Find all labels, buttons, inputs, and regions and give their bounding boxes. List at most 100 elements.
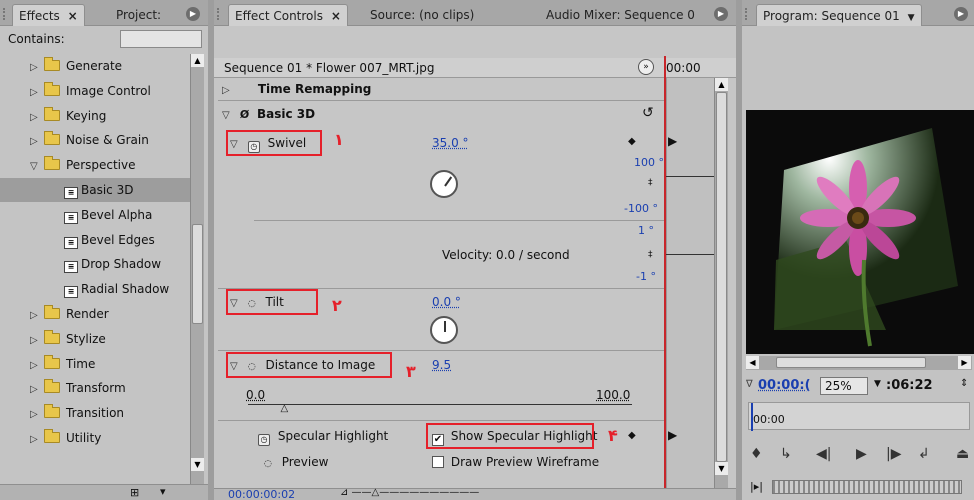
close-icon[interactable]: × (68, 9, 78, 23)
scroll-down-icon[interactable]: ▼ (715, 462, 728, 475)
clip-header: Sequence 01 * Flower 007_MRT.jpg » 00:00 (214, 58, 736, 78)
zoom-select[interactable]: 25% (820, 377, 868, 395)
collapsed-triangle-icon[interactable]: ▷ (30, 329, 44, 353)
collapse-icon[interactable]: ▷ (222, 85, 236, 96)
current-time-indicator[interactable] (664, 56, 666, 490)
preview-checkbox-row[interactable]: Draw Preview Wireframe (432, 455, 599, 469)
effect-folder[interactable]: ▷ Image Control (0, 79, 190, 103)
tab-source[interactable]: Source: (no clips) (364, 4, 480, 26)
effect-folder[interactable]: ▷ Generate (0, 54, 190, 78)
distance-slider-thumb[interactable]: △ (280, 403, 288, 414)
program-ruler[interactable]: 00:00 (748, 402, 970, 431)
collapsed-triangle-icon[interactable]: ▷ (30, 428, 44, 452)
close-icon[interactable]: × (331, 9, 341, 23)
zoom-slider-icon[interactable]: ⊿ ——△—————————— (340, 487, 479, 498)
effect-item[interactable]: ≡ Bevel Alpha (0, 203, 190, 227)
delete-icon[interactable]: ▾ (160, 485, 166, 498)
bottom-timecode[interactable]: 00:00:00:02 (228, 488, 295, 500)
scroll-down-icon[interactable]: ▼ (191, 458, 204, 471)
stopwatch-icon[interactable]: ◌ (264, 459, 272, 469)
effect-item[interactable]: ≡ Bevel Edges (0, 228, 190, 252)
collapsed-triangle-icon[interactable]: ▷ (30, 378, 44, 402)
step-back-icon[interactable]: ◀| (816, 446, 831, 462)
keyframe-icon[interactable]: ◆ (628, 430, 636, 441)
tab-effect-controls[interactable]: Effect Controls × (228, 4, 348, 26)
set-in-icon[interactable]: ♦ (750, 446, 763, 462)
program-hscroll[interactable]: ◀ ▶ (746, 356, 972, 370)
distance-slider-track[interactable] (248, 404, 632, 405)
collapsed-triangle-icon[interactable]: ▷ (30, 56, 44, 80)
panel-grip-icon[interactable] (3, 8, 9, 20)
keyframe-icon[interactable]: ◆ (628, 136, 636, 147)
scroll-up-icon[interactable]: ▲ (715, 78, 728, 91)
collapsed-triangle-icon[interactable]: ▷ (30, 81, 44, 105)
tab-project[interactable]: Project: (110, 4, 167, 26)
swivel-dial[interactable] (430, 170, 458, 198)
panel-grip-icon[interactable] (745, 8, 751, 20)
effect-folder[interactable]: ▷ Stylize (0, 327, 190, 351)
scroll-left-icon[interactable]: ◀ (746, 356, 759, 369)
panel-grip-icon[interactable] (217, 8, 223, 20)
collapsed-triangle-icon[interactable]: ▷ (30, 304, 44, 328)
effect-item[interactable]: ≡ Basic 3D (0, 178, 190, 202)
go-to-in-icon[interactable]: ↳ (780, 446, 792, 462)
effect-folder[interactable]: ▷ Noise & Grain (0, 128, 190, 152)
effect-folder[interactable]: ▷ Transform (0, 376, 190, 400)
search-input[interactable] (120, 30, 202, 48)
fit-icon[interactable]: ⇕ (960, 378, 968, 389)
panel-menu-icon[interactable]: ▶ (954, 7, 968, 21)
collapsed-triangle-icon[interactable]: ▷ (30, 130, 44, 154)
scroll-up-icon[interactable]: ▲ (191, 54, 204, 67)
new-bin-icon[interactable]: ⊞ (130, 486, 139, 499)
hscroll-thumb[interactable] (776, 357, 926, 368)
tab-audio-mixer[interactable]: Audio Mixer: Sequence 0 (540, 4, 701, 26)
effect-folder[interactable]: ▷ Time (0, 352, 190, 376)
fx-toggle-icon[interactable]: Ø (240, 108, 249, 121)
step-forward-icon[interactable]: |▶ (886, 446, 901, 462)
stopwatch-icon[interactable]: ◷ (258, 434, 270, 446)
jog-shuttle[interactable] (772, 480, 962, 494)
play-in-to-out-icon[interactable]: ↲ (918, 446, 930, 462)
effect-item[interactable]: ≡ Drop Shadow (0, 252, 190, 276)
current-timecode[interactable]: 00:00:( (758, 378, 811, 393)
panel-menu-icon[interactable]: ▶ (186, 7, 200, 21)
tab-program[interactable]: Program: Sequence 01 ▼ (756, 4, 922, 26)
reset-icon[interactable]: ↺ (642, 105, 654, 121)
tilt-value[interactable]: 0.0 ° (432, 295, 461, 309)
collapsed-triangle-icon[interactable]: ▷ (30, 354, 44, 378)
keyframe-nav-icon[interactable]: ▶ (668, 428, 677, 442)
annotation-number-4: ۴ (608, 426, 618, 445)
scroll-right-icon[interactable]: ▶ (958, 356, 971, 369)
effect-item[interactable]: ≡ Radial Shadow (0, 277, 190, 301)
effect-folder[interactable]: ▷ Render (0, 302, 190, 326)
panel-gutter (208, 0, 214, 500)
ruler-playhead[interactable] (751, 403, 753, 431)
effect-folder[interactable]: ▷ Transition (0, 401, 190, 425)
effect-folder[interactable]: ▷ Keying (0, 104, 190, 128)
scroll-thumb[interactable] (192, 224, 203, 324)
dropdown-icon[interactable]: ▼ (908, 13, 915, 23)
collapsed-triangle-icon[interactable]: ▷ (30, 403, 44, 427)
show-timeline-icon[interactable]: » (638, 59, 654, 75)
expand-icon[interactable]: ▽ (222, 110, 236, 121)
scroll-thumb[interactable] (716, 92, 727, 462)
distance-value[interactable]: 9.5 (432, 358, 451, 372)
swivel-value[interactable]: 35.0 ° (432, 136, 469, 150)
panel-menu-icon[interactable]: ▶ (714, 7, 728, 21)
tilt-dial[interactable] (430, 316, 458, 344)
effect-folder[interactable]: ▷ Utility (0, 426, 190, 450)
play-icon[interactable]: ▶ (856, 446, 867, 462)
expanded-triangle-icon[interactable]: ▽ (30, 155, 44, 179)
keyframe-nav-icon[interactable]: ▶ (668, 134, 677, 148)
time-remapping-row[interactable]: ▷ Time Remapping (222, 82, 371, 96)
loop-icon[interactable]: |▸| (750, 480, 763, 493)
zoom-dropdown-icon[interactable]: ▼ (874, 379, 881, 389)
tab-effects[interactable]: Effects × (12, 4, 85, 26)
effect-controls-scrollbar[interactable]: ▲ ▼ (714, 78, 728, 488)
lift-icon[interactable]: ⏏ (956, 446, 969, 462)
effect-folder[interactable]: ▽ Perspective (0, 153, 190, 177)
wireframe-checkbox[interactable] (432, 456, 444, 468)
basic-3d-row[interactable]: ▽ Ø Basic 3D (222, 107, 315, 121)
effects-scrollbar[interactable]: ▲ ▼ (190, 54, 204, 484)
collapsed-triangle-icon[interactable]: ▷ (30, 106, 44, 130)
